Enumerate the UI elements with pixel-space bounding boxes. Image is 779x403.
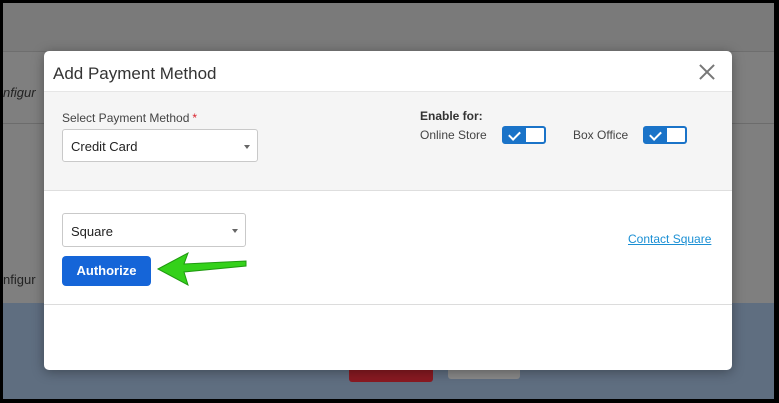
payment-method-value: Credit Card [71, 139, 138, 154]
authorize-button[interactable]: Authorize [62, 256, 151, 286]
contact-square-link[interactable]: Contact Square [628, 232, 711, 246]
payment-processor-value: Square [71, 224, 113, 239]
box-office-label: Box Office [573, 128, 629, 142]
online-store-toggle[interactable] [502, 126, 546, 144]
modal-header: Add Payment Method [44, 51, 732, 91]
select-payment-method-label: Select Payment Method * [62, 111, 198, 125]
enable-for-label: Enable for: [420, 109, 483, 123]
modal-title: Add Payment Method [53, 64, 217, 83]
box-office-toggle[interactable] [643, 126, 687, 144]
background-topbar [3, 3, 774, 52]
required-asterisk: * [192, 111, 198, 125]
chevron-down-icon [244, 145, 250, 149]
modal-footer-divider [44, 304, 732, 305]
annotation-arrow-icon [156, 251, 247, 287]
payment-processor-select[interactable]: Square [62, 213, 246, 247]
background-configure-text-2: nfigur [3, 272, 36, 287]
payment-method-select[interactable]: Credit Card [62, 129, 258, 162]
add-payment-method-modal: Add Payment Method Select Payment Method… [44, 51, 732, 370]
payment-settings-section: Select Payment Method * Credit Card Enabl… [44, 91, 732, 191]
screenshot-frame: nfigur nfigur Add Payment Method Select … [3, 3, 774, 399]
online-store-label: Online Store [420, 128, 487, 142]
chevron-down-icon [232, 229, 238, 233]
close-icon[interactable] [696, 61, 718, 83]
background-configure-text: nfigur [3, 85, 36, 100]
